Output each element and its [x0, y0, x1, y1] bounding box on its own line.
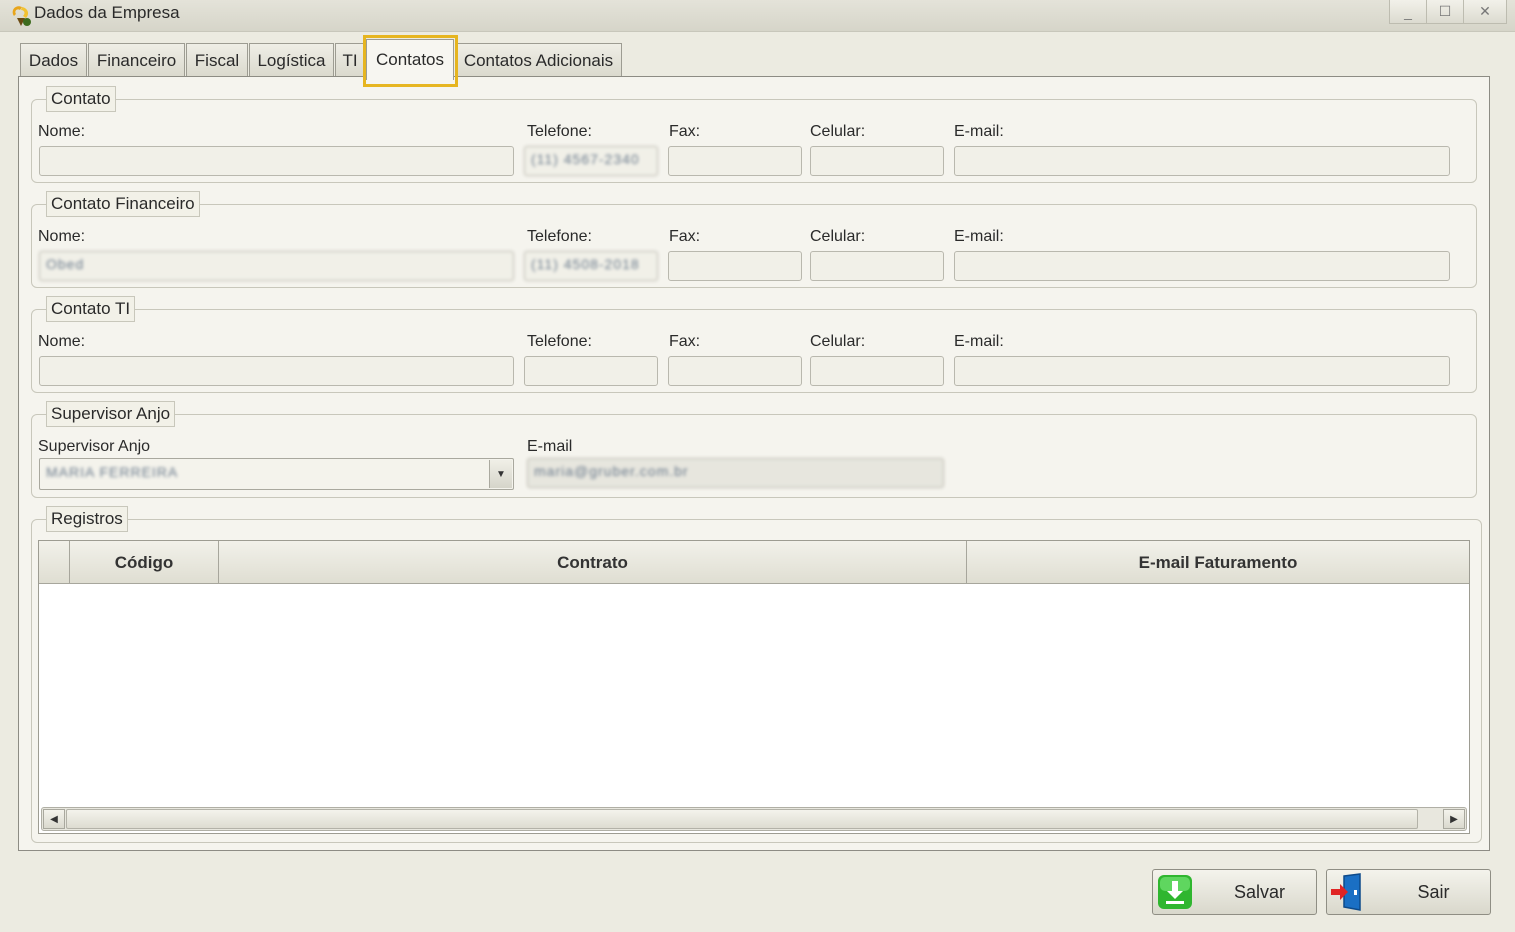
- grid-header: Código Contrato E-mail Faturamento: [39, 541, 1469, 584]
- financeiro-celular-field[interactable]: [810, 251, 944, 281]
- financeiro-nome-field[interactable]: Obed: [39, 251, 514, 281]
- ti-email-field[interactable]: [954, 356, 1450, 386]
- title-bar: Dados da Empresa _ ☐ ✕: [0, 0, 1515, 32]
- tab-fiscal[interactable]: Fiscal: [186, 43, 248, 77]
- ti-fax-label: Fax:: [669, 333, 701, 350]
- close-button[interactable]: ✕: [1463, 0, 1507, 24]
- ti-fax-field[interactable]: [668, 356, 802, 386]
- contato-email-field[interactable]: [954, 146, 1450, 176]
- contato-fax-field[interactable]: [668, 146, 802, 176]
- financeiro-nome-label: Nome:: [38, 228, 86, 245]
- ti-nome-field[interactable]: [39, 356, 514, 386]
- ti-nome-label: Nome:: [38, 333, 86, 350]
- column-header-contrato[interactable]: Contrato: [219, 541, 967, 584]
- tab-logistica[interactable]: Logística: [249, 43, 334, 77]
- contato-celular-field[interactable]: [810, 146, 944, 176]
- financeiro-fax-field[interactable]: [668, 251, 802, 281]
- contato-nome-field[interactable]: [39, 146, 514, 176]
- financeiro-telefone-field[interactable]: (11) 4508-2018: [524, 251, 658, 281]
- group-contato-ti-legend: Contato TI: [46, 296, 136, 322]
- save-button[interactable]: Salvar: [1152, 869, 1317, 915]
- window-controls: _ ☐ ✕: [1389, 0, 1507, 24]
- save-button-label: Salvar: [1233, 882, 1286, 902]
- column-header-email-faturamento[interactable]: E-mail Faturamento: [967, 541, 1469, 584]
- contato-telefone-label: Telefone:: [527, 123, 592, 140]
- exit-button[interactable]: Sair: [1326, 869, 1491, 915]
- row-selector-header: [39, 541, 70, 584]
- group-supervisor-legend: Supervisor Anjo: [46, 401, 176, 427]
- tab-ti[interactable]: TI: [335, 43, 365, 77]
- exit-button-label: Sair: [1417, 882, 1450, 902]
- tab-contatos-adicionais[interactable]: Contatos Adicionais: [455, 43, 622, 77]
- tab-dados[interactable]: Dados: [20, 43, 87, 77]
- ti-telefone-label: Telefone:: [527, 333, 592, 350]
- supervisor-email-field: maria@gruber.com.br: [527, 458, 944, 488]
- scroll-right-icon[interactable]: ▶: [1443, 809, 1465, 829]
- contato-telefone-field[interactable]: (11) 4567-2340: [524, 146, 658, 176]
- tab-financeiro[interactable]: Financeiro: [88, 43, 185, 77]
- group-registros-legend: Registros: [46, 506, 128, 532]
- minimize-button[interactable]: _: [1389, 0, 1427, 24]
- contato-fax-label: Fax:: [669, 123, 701, 140]
- tab-contatos[interactable]: Contatos: [366, 39, 454, 80]
- scroll-left-icon[interactable]: ◀: [43, 809, 65, 829]
- ti-telefone-field[interactable]: [524, 356, 658, 386]
- ti-celular-field[interactable]: [810, 356, 944, 386]
- app-logo-icon: [12, 6, 31, 26]
- horizontal-scrollbar[interactable]: ◀ ▶: [41, 807, 1467, 831]
- ti-email-label: E-mail:: [954, 333, 1004, 350]
- supervisor-email-label: E-mail: [527, 438, 573, 455]
- column-header-codigo[interactable]: Código: [70, 541, 219, 584]
- registros-grid[interactable]: Código Contrato E-mail Faturamento ◀ ▶: [38, 540, 1470, 834]
- download-icon: [1158, 875, 1192, 909]
- supervisor-selected-value: MARIA FERREIRA: [46, 464, 179, 480]
- group-contato-financeiro-legend: Contato Financeiro: [46, 191, 200, 217]
- supervisor-label: Supervisor Anjo: [38, 438, 151, 455]
- contato-email-label: E-mail:: [954, 123, 1004, 140]
- financeiro-fax-label: Fax:: [669, 228, 701, 245]
- supervisor-select[interactable]: MARIA FERREIRA ▼: [39, 458, 514, 490]
- contato-celular-label: Celular:: [810, 123, 866, 140]
- window-title: Dados da Empresa: [34, 3, 180, 22]
- financeiro-email-label: E-mail:: [954, 228, 1004, 245]
- financeiro-telefone-label: Telefone:: [527, 228, 592, 245]
- scroll-thumb[interactable]: [66, 809, 1418, 829]
- financeiro-email-field[interactable]: [954, 251, 1450, 281]
- ti-celular-label: Celular:: [810, 333, 866, 350]
- chevron-down-icon[interactable]: ▼: [489, 460, 512, 488]
- financeiro-celular-label: Celular:: [810, 228, 866, 245]
- contato-nome-label: Nome:: [38, 123, 86, 140]
- group-contato-legend: Contato: [46, 86, 116, 112]
- exit-door-icon: [1331, 873, 1361, 911]
- maximize-button[interactable]: ☐: [1426, 0, 1464, 24]
